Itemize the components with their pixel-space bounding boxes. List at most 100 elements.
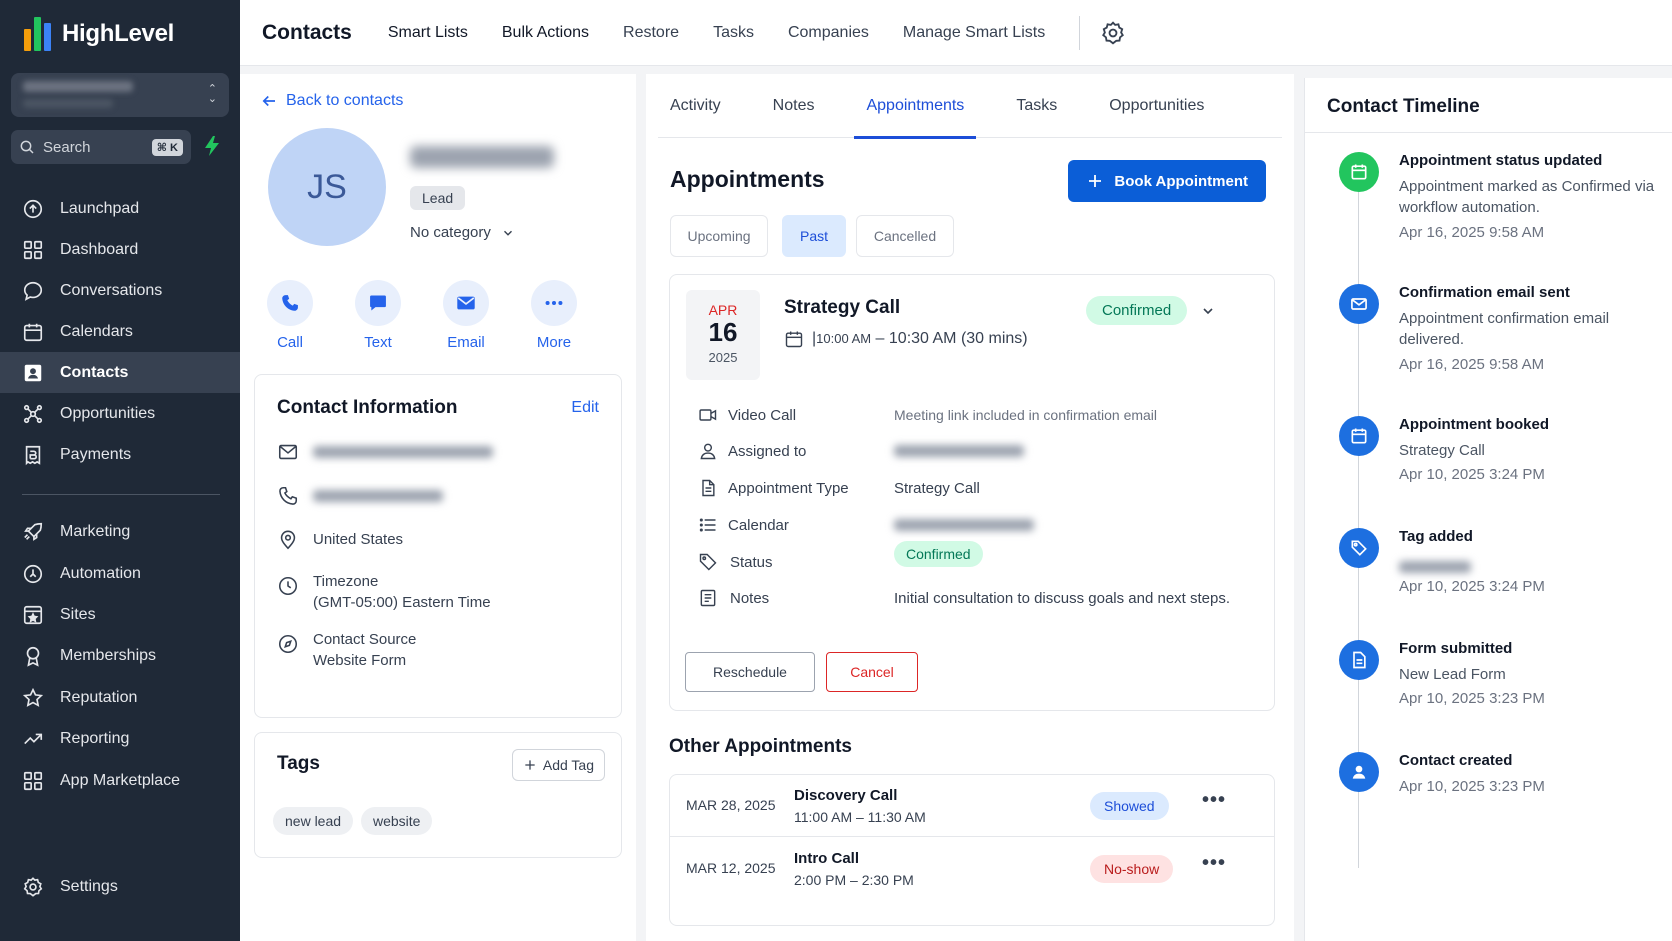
country-value: United States: [313, 531, 404, 548]
detail-value: Meeting link included in confirmation em…: [894, 407, 1158, 423]
cancel-button[interactable]: Cancel: [826, 652, 918, 692]
sidebar-item-label: Automation: [60, 564, 141, 582]
back-to-contacts-link[interactable]: Back to contacts: [260, 92, 403, 110]
sidebar-search[interactable]: Search ⌘ K: [11, 130, 191, 164]
tag-icon: [699, 553, 717, 571]
appointment-date: MAR 12, 2025: [686, 860, 776, 876]
date-year: 2025: [708, 350, 738, 365]
topnav-manage-smart-lists[interactable]: Manage Smart Lists: [903, 24, 1045, 42]
tag-name-redacted: [1399, 561, 1471, 573]
sidebar-item-calendars[interactable]: Calendars: [0, 311, 240, 352]
filter-upcoming[interactable]: Upcoming: [670, 215, 768, 257]
timeline-item-title: Confirmation email sent: [1399, 284, 1570, 301]
call-button[interactable]: Call: [264, 280, 316, 351]
sidebar-item-dashboard[interactable]: Dashboard: [0, 229, 240, 270]
sidebar-item-payments[interactable]: Payments: [0, 434, 240, 475]
topnav-companies[interactable]: Companies: [788, 24, 869, 42]
email-button[interactable]: Email: [440, 280, 492, 351]
detail-status: Status Confirmed: [698, 541, 983, 572]
chevron-down-icon: [503, 230, 512, 236]
timeline-title: Contact Timeline: [1327, 96, 1480, 117]
assignee-redacted: [894, 445, 1024, 457]
timeline-item-time: Apr 16, 2025 9:58 AM: [1399, 224, 1545, 241]
reschedule-button[interactable]: Reschedule: [685, 652, 815, 692]
filter-past[interactable]: Past: [782, 215, 846, 257]
more-options-icon[interactable]: •••: [1202, 789, 1226, 812]
detail-label: Video Call: [728, 406, 797, 424]
phone-row[interactable]: [277, 485, 443, 507]
sidebar-item-memberships[interactable]: Memberships: [0, 635, 240, 677]
date-month: APR: [708, 302, 738, 318]
filter-cancelled[interactable]: Cancelled: [856, 215, 954, 257]
book-appointment-button[interactable]: Book Appointment: [1068, 160, 1266, 202]
sidebar-item-reputation[interactable]: Reputation: [0, 677, 240, 718]
more-button[interactable]: More: [528, 280, 580, 351]
sidebar-item-reporting[interactable]: Reporting: [0, 718, 240, 760]
sidebar-item-app-marketplace[interactable]: App Marketplace: [0, 760, 240, 801]
sidebar-item-label: Sites: [60, 605, 96, 623]
sidebar-nav-primary: Launchpad Dashboard Conversations Calend…: [0, 188, 240, 475]
tab-opportunities[interactable]: Opportunities: [1097, 74, 1216, 138]
topnav-bulk-actions[interactable]: Bulk Actions: [502, 24, 589, 42]
sidebar-item-sites[interactable]: Sites: [0, 594, 240, 635]
tab-bar: Activity Notes Appointments Tasks Opport…: [658, 74, 1282, 139]
rocket-circle-icon: [23, 199, 43, 218]
topnav-smart-lists[interactable]: Smart Lists: [388, 24, 468, 42]
table-row[interactable]: MAR 28, 2025 Discovery Call 11:00 AM – 1…: [670, 775, 1274, 837]
sidebar-item-opportunities[interactable]: Opportunities: [0, 393, 240, 434]
edit-contact-link[interactable]: Edit: [571, 399, 599, 417]
category-select[interactable]: No category: [410, 224, 515, 241]
trend-icon: [24, 733, 43, 745]
apps-grid-icon: [23, 771, 43, 790]
sidebar-item-marketing[interactable]: Marketing: [0, 511, 240, 553]
tag-chip[interactable]: new lead: [273, 807, 354, 835]
timezone-label: Timezone: [313, 573, 379, 590]
chevron-down-icon[interactable]: [1200, 303, 1216, 319]
sidebar-item-automation[interactable]: Automation: [0, 553, 240, 594]
topnav-tasks[interactable]: Tasks: [713, 24, 754, 42]
sidebar-item-label: Contacts: [60, 363, 129, 381]
search-placeholder: Search: [43, 138, 91, 156]
timeline-dot: [1339, 528, 1379, 568]
detail-value: Initial consultation to discuss goals an…: [894, 589, 1231, 607]
detail-calendar: Calendar: [698, 515, 1034, 535]
tab-tasks[interactable]: Tasks: [1004, 74, 1069, 138]
detail-assigned-to: Assigned to: [698, 441, 1024, 461]
other-appointments-heading: Other Appointments: [669, 736, 852, 757]
tab-notes[interactable]: Notes: [761, 74, 827, 138]
account-switcher[interactable]: ⌃ ⌄: [11, 73, 229, 117]
timeline-item-desc: New Lead Form: [1399, 666, 1506, 683]
status-badge: Showed: [1090, 792, 1169, 820]
add-tag-button[interactable]: Add Tag: [511, 749, 605, 781]
highlevel-logo-icon: [24, 17, 56, 51]
tag-chip[interactable]: website: [361, 807, 433, 835]
lightning-icon[interactable]: [204, 136, 220, 156]
calendar-icon: [23, 323, 43, 341]
more-button-circle: [531, 280, 577, 326]
email-row[interactable]: [277, 441, 493, 463]
sidebar-item-launchpad[interactable]: Launchpad: [0, 188, 240, 229]
sidebar-item-conversations[interactable]: Conversations: [0, 270, 240, 311]
sidebar-item-label: Dashboard: [60, 240, 139, 258]
sidebar-item-label: Opportunities: [60, 404, 156, 422]
sidebar-item-settings[interactable]: Settings: [0, 867, 240, 907]
sidebar-nav-footer: Settings: [0, 867, 240, 907]
phone-icon: [282, 295, 298, 311]
table-row[interactable]: MAR 12, 2025 Intro Call 2:00 PM – 2:30 P…: [670, 838, 1274, 900]
gear-icon[interactable]: [1100, 20, 1126, 46]
tab-appointments[interactable]: Appointments: [854, 74, 977, 139]
sites-icon: [23, 605, 43, 624]
contact-card-icon: [24, 364, 42, 381]
sidebar-item-label: Calendars: [60, 322, 133, 340]
tab-activity[interactable]: Activity: [658, 74, 733, 138]
timeline-item-title: Appointment booked: [1399, 416, 1549, 433]
detail-label: Status: [730, 553, 773, 571]
more-options-icon[interactable]: •••: [1202, 852, 1226, 875]
text-button[interactable]: Text: [352, 280, 404, 351]
sidebar-item-contacts[interactable]: Contacts: [0, 352, 240, 393]
envelope-icon: [278, 444, 298, 460]
star-icon: [22, 687, 44, 707]
lead-badge[interactable]: Lead: [410, 186, 466, 210]
topnav-restore[interactable]: Restore: [623, 24, 679, 42]
brand-logo[interactable]: HighLevel: [24, 14, 174, 54]
